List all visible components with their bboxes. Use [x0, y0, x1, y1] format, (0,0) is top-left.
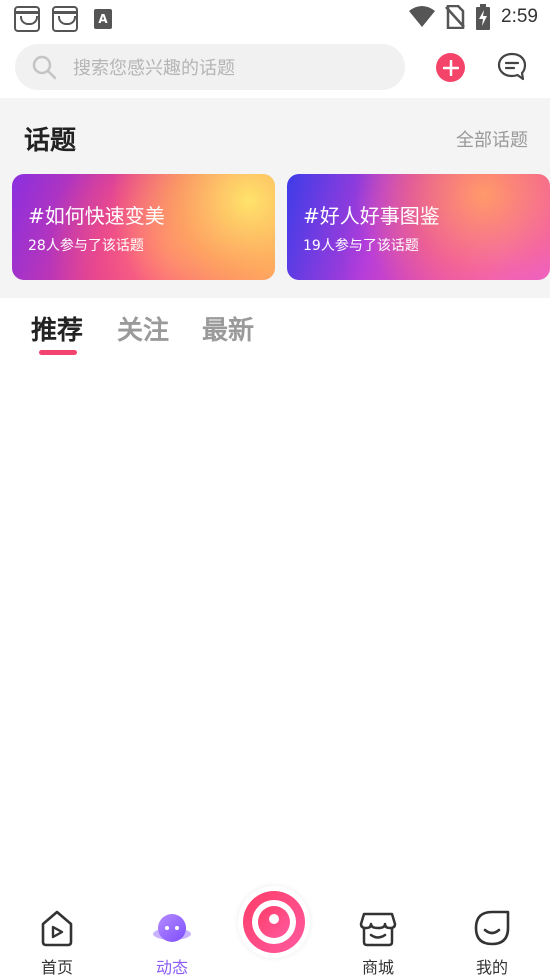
- tab-latest[interactable]: 最新: [202, 310, 254, 347]
- topic-card[interactable]: #如何快速变美 28人参与了该话题: [12, 174, 275, 280]
- store-icon: [359, 912, 397, 947]
- top-header: 搜索您感兴趣的话题: [0, 38, 550, 98]
- bottom-nav: 首页 动态 商城 我的: [0, 880, 550, 977]
- app-root: A 2:59 搜索您感兴趣的话题 话题 全部话题 #如何快速变美 28人参与了该…: [0, 0, 550, 977]
- topic-card[interactable]: #好人好事图鉴 19人参与了该话题: [287, 174, 550, 280]
- message-icon[interactable]: [496, 51, 528, 83]
- center-camera-button[interactable]: [238, 886, 310, 958]
- nav-label: 我的: [475, 958, 508, 977]
- battery-charging-icon: [476, 4, 491, 30]
- nav-label: 首页: [40, 958, 73, 977]
- search-bar[interactable]: 搜索您感兴趣的话题: [15, 44, 405, 90]
- nav-item-store[interactable]: 商城: [338, 908, 418, 977]
- feed-content: [0, 368, 550, 880]
- app-notification-icon: [52, 6, 78, 32]
- status-bar-system: 2:59: [409, 4, 538, 30]
- status-bar: A 2:59: [0, 0, 550, 38]
- status-bar-notifications: A: [14, 6, 112, 32]
- nav-label: 商城: [361, 958, 394, 977]
- tab-following[interactable]: 关注: [117, 310, 169, 347]
- topics-title: 话题: [24, 126, 77, 156]
- topic-card-title: #如何快速变美: [28, 204, 165, 228]
- app-notification-icon: [14, 6, 40, 32]
- tab-recommended[interactable]: 推荐: [31, 310, 83, 347]
- add-button[interactable]: [436, 53, 465, 82]
- topic-card-title: #好人好事图鉴: [303, 204, 440, 228]
- profile-face-icon: [474, 910, 510, 946]
- wifi-icon: [409, 6, 436, 27]
- status-time: 2:59: [501, 6, 538, 27]
- nav-label: 动态: [155, 958, 188, 977]
- no-sim-icon: [445, 5, 465, 29]
- feed-tabs: 推荐 关注 最新: [0, 298, 550, 368]
- nav-item-feed[interactable]: 动态: [132, 908, 212, 977]
- nav-item-profile[interactable]: 我的: [452, 908, 532, 977]
- topic-card-subtitle: 28人参与了该话题: [28, 238, 144, 254]
- tab-active-indicator: [39, 350, 77, 355]
- home-play-icon: [41, 910, 73, 947]
- plus-icon: [442, 59, 459, 76]
- font-notification-icon: A: [94, 9, 112, 29]
- topics-section: 话题 全部话题 #如何快速变美 28人参与了该话题 #好人好事图鉴 19人参与了…: [0, 98, 550, 298]
- search-input[interactable]: 搜索您感兴趣的话题: [73, 54, 235, 80]
- nav-item-home[interactable]: 首页: [17, 908, 97, 977]
- camera-record-icon: [243, 891, 305, 953]
- planet-icon: [153, 914, 191, 942]
- search-icon: [32, 55, 57, 80]
- all-topics-link[interactable]: 全部话题: [456, 126, 528, 152]
- topic-card-subtitle: 19人参与了该话题: [303, 238, 419, 254]
